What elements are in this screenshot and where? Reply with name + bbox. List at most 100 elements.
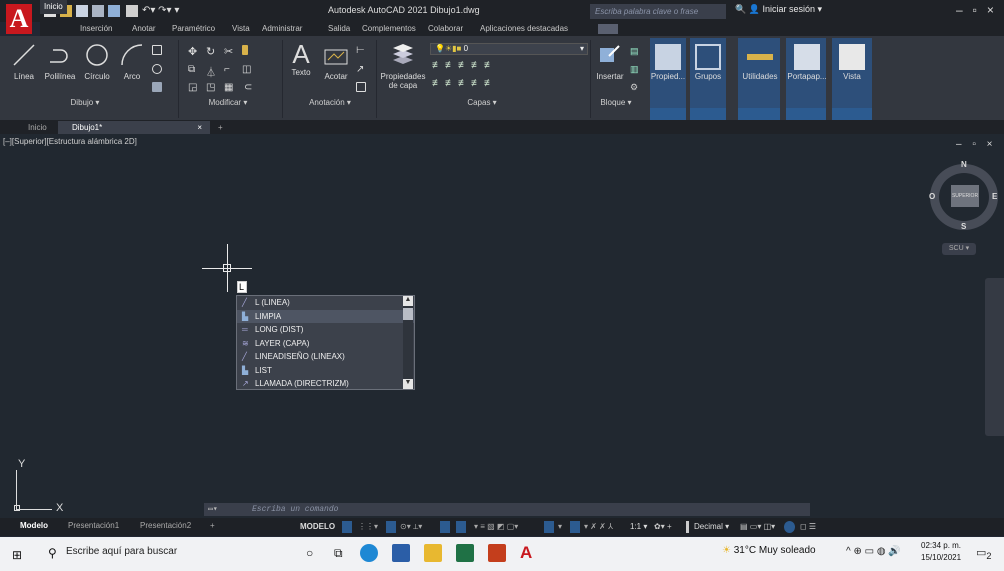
compass-south[interactable]: S — [961, 222, 966, 231]
taskbar-search-input[interactable]: Escribe aquí para buscar — [66, 546, 177, 557]
annotation-scale-dropdown[interactable]: 1:1 ▾ — [630, 521, 647, 533]
rotate-icon[interactable]: ↻ — [206, 45, 216, 58]
model-space-toggle[interactable]: MODELO — [300, 521, 335, 533]
polar-toggle-icon[interactable]: ⊙▾ ⟂▾ — [400, 521, 422, 533]
window-controls[interactable]: –▫× — [956, 3, 1004, 17]
suggestion-item[interactable]: ═ LONG (DIST) — [237, 323, 414, 337]
viewport-label[interactable]: [–][Superior][Estructura alámbrica 2D] — [3, 137, 137, 146]
ucs-menu[interactable]: SCU ▾ — [942, 243, 976, 255]
trim-icon[interactable]: ✂ — [224, 45, 234, 58]
scroll-down-icon[interactable]: ▼ — [403, 379, 413, 389]
dynamic-ucs-icon[interactable] — [570, 521, 580, 533]
command-suggestion-list[interactable]: ╱ L (LINEA) ▙ LIMPIA ═ LONG (DIST) ≋ LAYER (… — [236, 295, 415, 390]
rectangle-icon[interactable] — [152, 45, 162, 55]
print-icon[interactable] — [126, 5, 138, 17]
tab-salida[interactable]: Salida — [328, 24, 350, 33]
help-search-input[interactable]: Escriba palabra clave o frase — [590, 4, 726, 19]
save-as-icon[interactable] — [92, 5, 104, 17]
ellipse-icon[interactable] — [152, 64, 162, 74]
suggestion-item[interactable]: ╱ LINEADISEÑO (LINEAX) — [237, 350, 414, 364]
annotation-visibility-icon[interactable]: ▾ ✗ ✗ ⅄ — [584, 521, 613, 533]
layer-tools-row1-icon[interactable]: ≢≢≢≢≢ — [432, 60, 497, 71]
tab-start[interactable]: Inicio — [20, 121, 55, 134]
dynamic-input-field[interactable]: L — [237, 281, 247, 293]
tab-complementos[interactable]: Complementos — [362, 24, 416, 33]
new-layout-tab[interactable]: + — [210, 521, 215, 530]
groups-button[interactable]: Grupos — [690, 44, 726, 81]
excel-icon[interactable] — [456, 544, 474, 562]
hatch-icon[interactable] — [152, 82, 162, 92]
autocad-taskbar-icon[interactable]: A — [520, 543, 532, 563]
clipboard-button[interactable]: Portapap... — [786, 44, 828, 81]
utilities-panel-expander[interactable] — [738, 108, 780, 120]
viewport-controls[interactable]: – ▫ × — [956, 139, 997, 150]
grid-toggle-icon[interactable] — [342, 521, 352, 533]
workspace-gear-icon[interactable]: ✿▾ + — [654, 521, 672, 533]
annotation-panel-label[interactable]: Anotación ▾ — [300, 98, 360, 107]
scroll-up-icon[interactable]: ▲ — [403, 296, 413, 306]
tab-parametrico[interactable]: Paramétrico — [172, 24, 215, 33]
close-tab-icon[interactable]: × — [197, 121, 202, 134]
layout-tab-1[interactable]: Presentación1 — [68, 521, 119, 530]
tab-insercion[interactable]: Inserción — [80, 24, 112, 33]
snap-toggle-icon[interactable]: ⋮⋮▾ — [358, 521, 378, 533]
drawing-area[interactable] — [0, 134, 1004, 518]
linear-dim-icon[interactable]: ⊢ — [356, 45, 366, 56]
view-button[interactable]: Vista — [832, 44, 872, 81]
edit-block-icon[interactable]: ▥ — [630, 64, 640, 74]
taskbar-search-icon[interactable]: ⚲ — [48, 546, 57, 560]
signin-button[interactable]: 🔍 👤 Iniciar sesión ▾ — [735, 4, 822, 15]
ortho-toggle-icon[interactable] — [386, 521, 396, 533]
search-icon[interactable]: 🔍 — [735, 4, 746, 14]
block-attribute-icon[interactable]: ⚙ — [630, 82, 640, 92]
undo-icon[interactable]: ↶▾ ↷▾ ▾ — [142, 5, 179, 17]
tray-icons[interactable]: ^ ⊕ ▭ ◍ 🔊 — [846, 546, 901, 557]
block-panel-label[interactable]: Bloque ▾ — [594, 98, 638, 107]
word-icon[interactable] — [392, 544, 410, 562]
properties-panel-expander[interactable] — [650, 108, 686, 120]
array-icon[interactable]: ▦ — [224, 82, 234, 93]
taskbar-clock[interactable]: 02:34 p. m. 15/10/2021 — [921, 540, 961, 564]
erase-icon[interactable] — [242, 45, 248, 55]
suggestion-scrollbar[interactable]: ▲ ▼ — [403, 296, 413, 389]
clean-screen-icon[interactable]: ◻ ☰ — [800, 521, 816, 533]
scroll-thumb[interactable] — [403, 308, 413, 320]
osnap-toggle-icon[interactable] — [440, 521, 450, 533]
isolate-icon[interactable] — [686, 521, 689, 533]
copy-icon[interactable]: ⧉ — [188, 64, 198, 75]
draw-panel-label[interactable]: Dibujo ▾ — [60, 98, 110, 107]
table-icon[interactable] — [356, 82, 366, 92]
dimension-button[interactable]: Acotar — [318, 42, 354, 81]
text-button[interactable]: A Texto — [286, 40, 316, 77]
layer-dropdown[interactable]: 💡☀▮■ 0 ▾ — [430, 43, 588, 55]
layout-tab-model[interactable]: Modelo — [20, 521, 48, 530]
arc-button[interactable]: Arco — [118, 42, 146, 81]
notification-icon[interactable]: ▭2 — [976, 546, 992, 561]
autocad-logo-button[interactable]: A — [6, 4, 32, 34]
tab-aplicaciones[interactable]: Aplicaciones destacadas — [480, 24, 568, 33]
modify-panel-label[interactable]: Modificar ▾ — [198, 98, 258, 107]
ribbon-minimize-button[interactable] — [598, 24, 618, 34]
tab-anotar[interactable]: Anotar — [132, 24, 156, 33]
plot-icon[interactable] — [108, 5, 120, 17]
offset-icon[interactable]: ⊂ — [244, 82, 254, 93]
units-dropdown[interactable]: Decimal ▾ — [694, 521, 729, 533]
command-line[interactable]: ▭▾ Escriba un comando — [204, 503, 810, 516]
new-tab-button[interactable]: + — [210, 121, 231, 134]
tab-vista[interactable]: Vista — [232, 24, 250, 33]
selection-cycling-icon[interactable] — [544, 521, 554, 533]
tab-administrar[interactable]: Administrar — [262, 24, 302, 33]
suggestion-item[interactable]: ▙ LIMPIA — [237, 309, 414, 323]
layout-tab-2[interactable]: Presentación2 — [140, 521, 191, 530]
file-explorer-icon[interactable] — [424, 544, 442, 562]
tab-colaborar[interactable]: Colaborar — [428, 24, 463, 33]
compass-north[interactable]: N — [961, 160, 967, 169]
utilities-button[interactable]: Utilidades — [738, 44, 782, 81]
create-block-icon[interactable]: ▤ — [630, 46, 640, 56]
suggestion-item[interactable]: ╱ L (LINEA) — [237, 296, 414, 310]
insert-block-button[interactable]: Insertar — [592, 42, 628, 81]
suggestion-item[interactable]: ↗ LLAMADA (DIRECTRIZM) — [237, 377, 414, 391]
command-input[interactable]: Escriba un comando — [252, 505, 338, 514]
suggestion-item[interactable]: ▙ LIST — [237, 364, 414, 378]
lineweight-toggle-icon[interactable]: ▾ ≡ ▧ ◩ ▢▾ — [474, 521, 518, 533]
